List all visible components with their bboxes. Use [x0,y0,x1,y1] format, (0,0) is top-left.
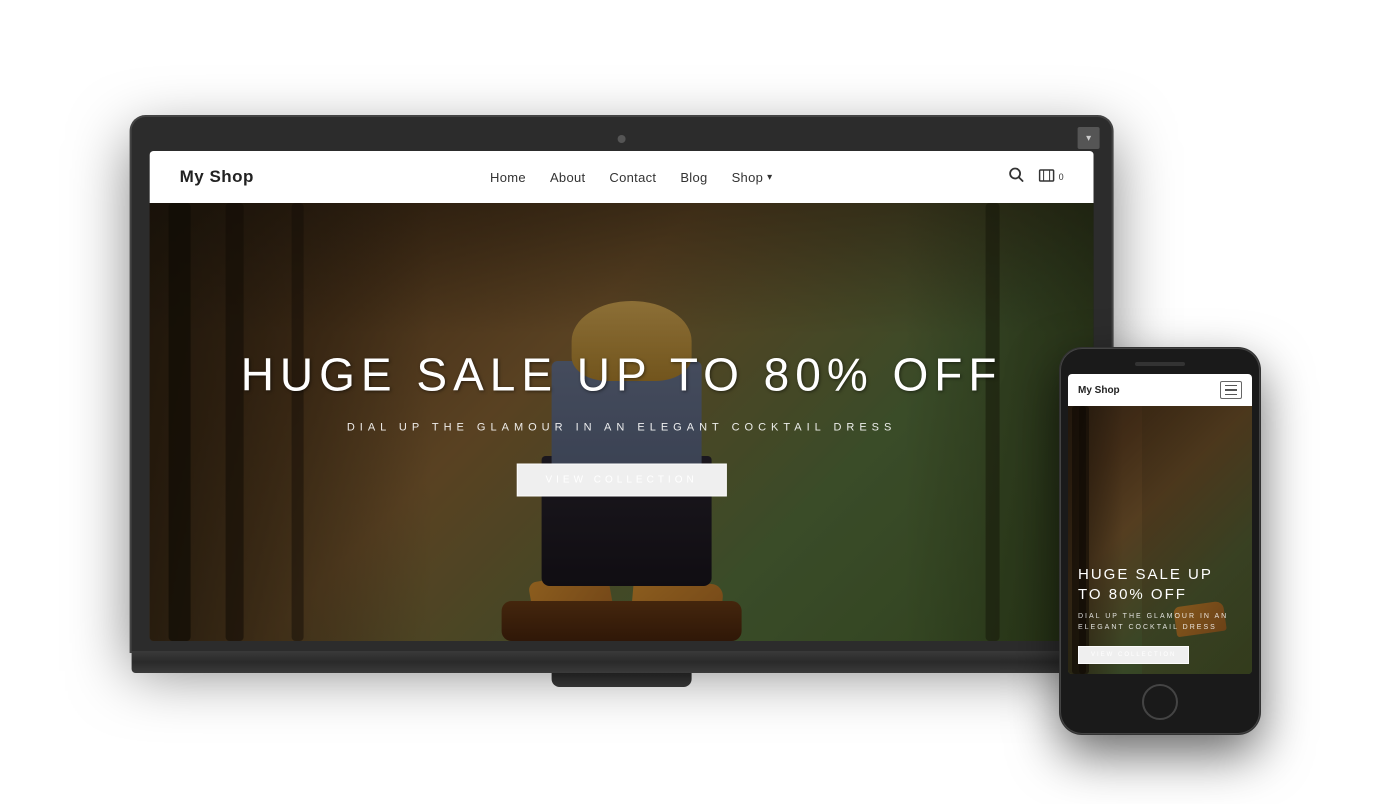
site-nav: Home About Contact Blog Shop ▾ [490,170,772,185]
laptop-camera [618,135,626,143]
view-collection-button[interactable]: VIEW COLLECTION [516,464,726,497]
search-icon[interactable] [1009,167,1025,188]
phone-hero-content: HUGE SALE UP TO 80% OFF DIAL UP THE GLAM… [1068,555,1252,674]
scene: ▾ My Shop Home About Contact Blog Shop ▾ [0,0,1400,804]
phone-site-header: My Shop [1068,374,1252,406]
phone-site-logo[interactable]: My Shop [1078,385,1120,396]
phone-home-button[interactable] [1142,684,1178,720]
cart-icon[interactable]: 0 [1039,169,1064,185]
hero-subtitle: DIAL UP THE GLAMOUR IN AN ELEGANT COCKTA… [197,422,1047,434]
menu-line-2 [1225,389,1237,390]
laptop-bezel: ▾ My Shop Home About Contact Blog Shop ▾ [132,117,1112,651]
site-header: My Shop Home About Contact Blog Shop ▾ [150,151,1094,203]
nav-blog[interactable]: Blog [680,170,707,185]
nav-shop[interactable]: Shop ▾ [732,170,773,185]
phone-hero-section: HUGE SALE UP TO 80% OFF DIAL UP THE GLAM… [1068,406,1252,674]
laptop-screen: My Shop Home About Contact Blog Shop ▾ [150,151,1094,641]
laptop-device: ▾ My Shop Home About Contact Blog Shop ▾ [132,117,1112,687]
menu-line-1 [1225,385,1237,386]
phone-body: My Shop [1060,348,1260,734]
phone-device: My Shop [1060,348,1260,734]
phone-hero-subtitle: DIAL UP THE GLAMOUR IN AN ELEGANT COCKTA… [1078,612,1242,633]
site-logo[interactable]: My Shop [180,167,254,187]
phone-menu-button[interactable] [1220,381,1242,399]
phone-view-collection-button[interactable]: VIEW COLLECTION [1078,646,1189,664]
menu-line-3 [1225,394,1237,395]
corner-icon: ▾ [1078,127,1100,149]
nav-home[interactable]: Home [490,170,526,185]
cart-count: 0 [1059,172,1064,182]
phone-speaker [1135,362,1185,366]
hero-section: HUGE SALE UP TO 80% OFF DIAL UP THE GLAM… [150,203,1094,641]
phone-screen: My Shop [1068,374,1252,674]
laptop-base [132,651,1112,673]
laptop-stand [552,673,692,687]
hero-content: HUGE SALE UP TO 80% OFF DIAL UP THE GLAM… [197,348,1047,497]
phone-hero-title: HUGE SALE UP TO 80% OFF [1078,565,1242,604]
hero-title: HUGE SALE UP TO 80% OFF [197,348,1047,402]
nav-icons: 0 [1009,167,1064,188]
nav-about[interactable]: About [550,170,585,185]
nav-contact[interactable]: Contact [609,170,656,185]
chevron-down-icon: ▾ [767,172,772,183]
